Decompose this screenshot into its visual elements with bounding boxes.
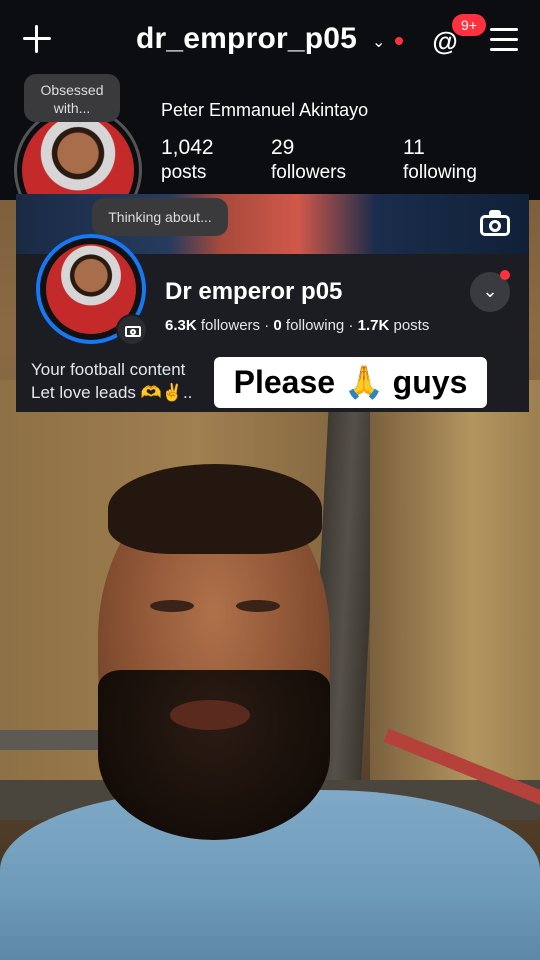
posts-stat[interactable]: 1,042 posts: [161, 136, 214, 184]
username-switcher[interactable]: dr_empror_p05: [136, 22, 357, 56]
profile-note-bubble[interactable]: Obsessed with...: [24, 74, 120, 122]
page-stats: 6.3K followers · 0 following · 1.7K post…: [165, 317, 429, 334]
video-caption: Please 🙏 guys: [214, 357, 487, 408]
following-label: following: [403, 162, 477, 183]
hair: [108, 464, 322, 554]
page-posts-label[interactable]: posts: [393, 317, 429, 334]
page-following-count: 0: [273, 317, 282, 334]
right-eye: [236, 600, 280, 612]
following-count: 11: [403, 136, 425, 159]
mouth: [170, 700, 250, 730]
followers-count: 29: [271, 136, 295, 159]
followers-stat[interactable]: 29 followers: [271, 136, 346, 184]
page-note-bubble[interactable]: Thinking about...: [92, 198, 228, 236]
chevron-down-icon[interactable]: ⌄: [372, 32, 385, 52]
full-name: Peter Emmanuel Akintayo: [161, 100, 369, 120]
profile-header: dr_empror_p05 ⌄ @ 9+ Obsessed with... Pe…: [0, 0, 540, 200]
separator: ·: [264, 317, 270, 334]
page-followers-count: 6.3K: [165, 317, 197, 334]
cover-camera-icon[interactable]: [480, 210, 512, 236]
beard: [98, 670, 330, 840]
page-following-label[interactable]: following: [286, 317, 344, 334]
posts-count: 1,042: [161, 136, 214, 159]
posts-label: posts: [161, 162, 207, 183]
notification-dot: [395, 37, 403, 45]
page-posts-count: 1.7K: [357, 317, 390, 334]
separator: ·: [348, 317, 354, 334]
shirt-stripe: [383, 728, 540, 806]
bio-line: Your football content: [31, 360, 186, 379]
notification-badge: 9+: [452, 14, 486, 36]
left-eye: [150, 600, 194, 612]
person: [0, 460, 540, 960]
menu-icon[interactable]: [490, 28, 518, 52]
followers-label: followers: [271, 162, 346, 183]
page-name: Dr emperor p05: [165, 278, 343, 305]
avatar-camera-icon[interactable]: [116, 314, 148, 346]
create-plus-icon[interactable]: [20, 22, 54, 56]
notification-dot: [500, 270, 510, 280]
bio-line: Let love leads 🫶✌️..: [31, 383, 193, 402]
page-followers-label[interactable]: followers: [201, 317, 260, 334]
following-stat[interactable]: 11 following: [403, 136, 477, 184]
page-bio: Your football content Let love leads 🫶✌️…: [31, 358, 192, 404]
